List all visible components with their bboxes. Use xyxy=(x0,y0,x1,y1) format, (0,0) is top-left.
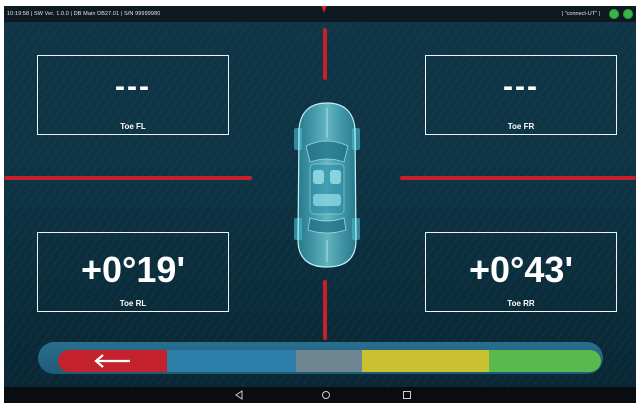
connection-status-icon xyxy=(609,9,619,19)
rear-reference-line xyxy=(323,280,327,340)
front-reference-line xyxy=(323,28,327,80)
car-top-view-icon xyxy=(294,102,360,268)
toe-fl-label: Toe FL xyxy=(120,122,146,131)
circle-home-icon[interactable] xyxy=(321,390,331,400)
toe-rr-label: Toe RR xyxy=(507,299,535,308)
toe-rl-panel: +0°19' Toe RL xyxy=(37,232,229,312)
toe-fr-value: --- xyxy=(503,70,539,103)
connection-name: | "connect-UT" | xyxy=(561,11,600,17)
toe-rr-value: +0°43' xyxy=(468,249,574,290)
left-reference-line xyxy=(4,176,252,180)
alignment-screen: 10:19:58 | SW Ver. 1.0.0 | DB Main DB27.… xyxy=(4,6,636,403)
square-recents-icon[interactable] xyxy=(402,390,412,400)
top-indicator-icon xyxy=(319,6,329,13)
device-status-icon xyxy=(623,9,633,19)
step-segment-3[interactable] xyxy=(362,350,489,372)
toe-fr-panel: --- Toe FR xyxy=(425,55,617,135)
triangle-back-icon[interactable] xyxy=(234,390,244,400)
status-info: 10:19:58 | SW Ver. 1.0.0 | DB Main DB27.… xyxy=(7,11,161,17)
toe-fr-label: Toe FR xyxy=(507,122,535,131)
step-segment-4[interactable] xyxy=(489,350,601,372)
navigation-bar xyxy=(4,387,636,403)
back-button[interactable] xyxy=(58,350,167,372)
right-reference-line xyxy=(400,176,636,180)
toe-rl-value: +0°19' xyxy=(80,249,186,290)
toe-fl-panel: --- Toe FL xyxy=(37,55,229,135)
step-segment-2[interactable] xyxy=(296,350,362,372)
step-segment-1[interactable] xyxy=(167,350,296,372)
toe-rr-panel: +0°43' Toe RR xyxy=(425,232,617,312)
toe-rl-label: Toe RL xyxy=(119,299,147,308)
toe-fl-value: --- xyxy=(115,70,151,103)
left-arrow-icon xyxy=(94,354,130,368)
